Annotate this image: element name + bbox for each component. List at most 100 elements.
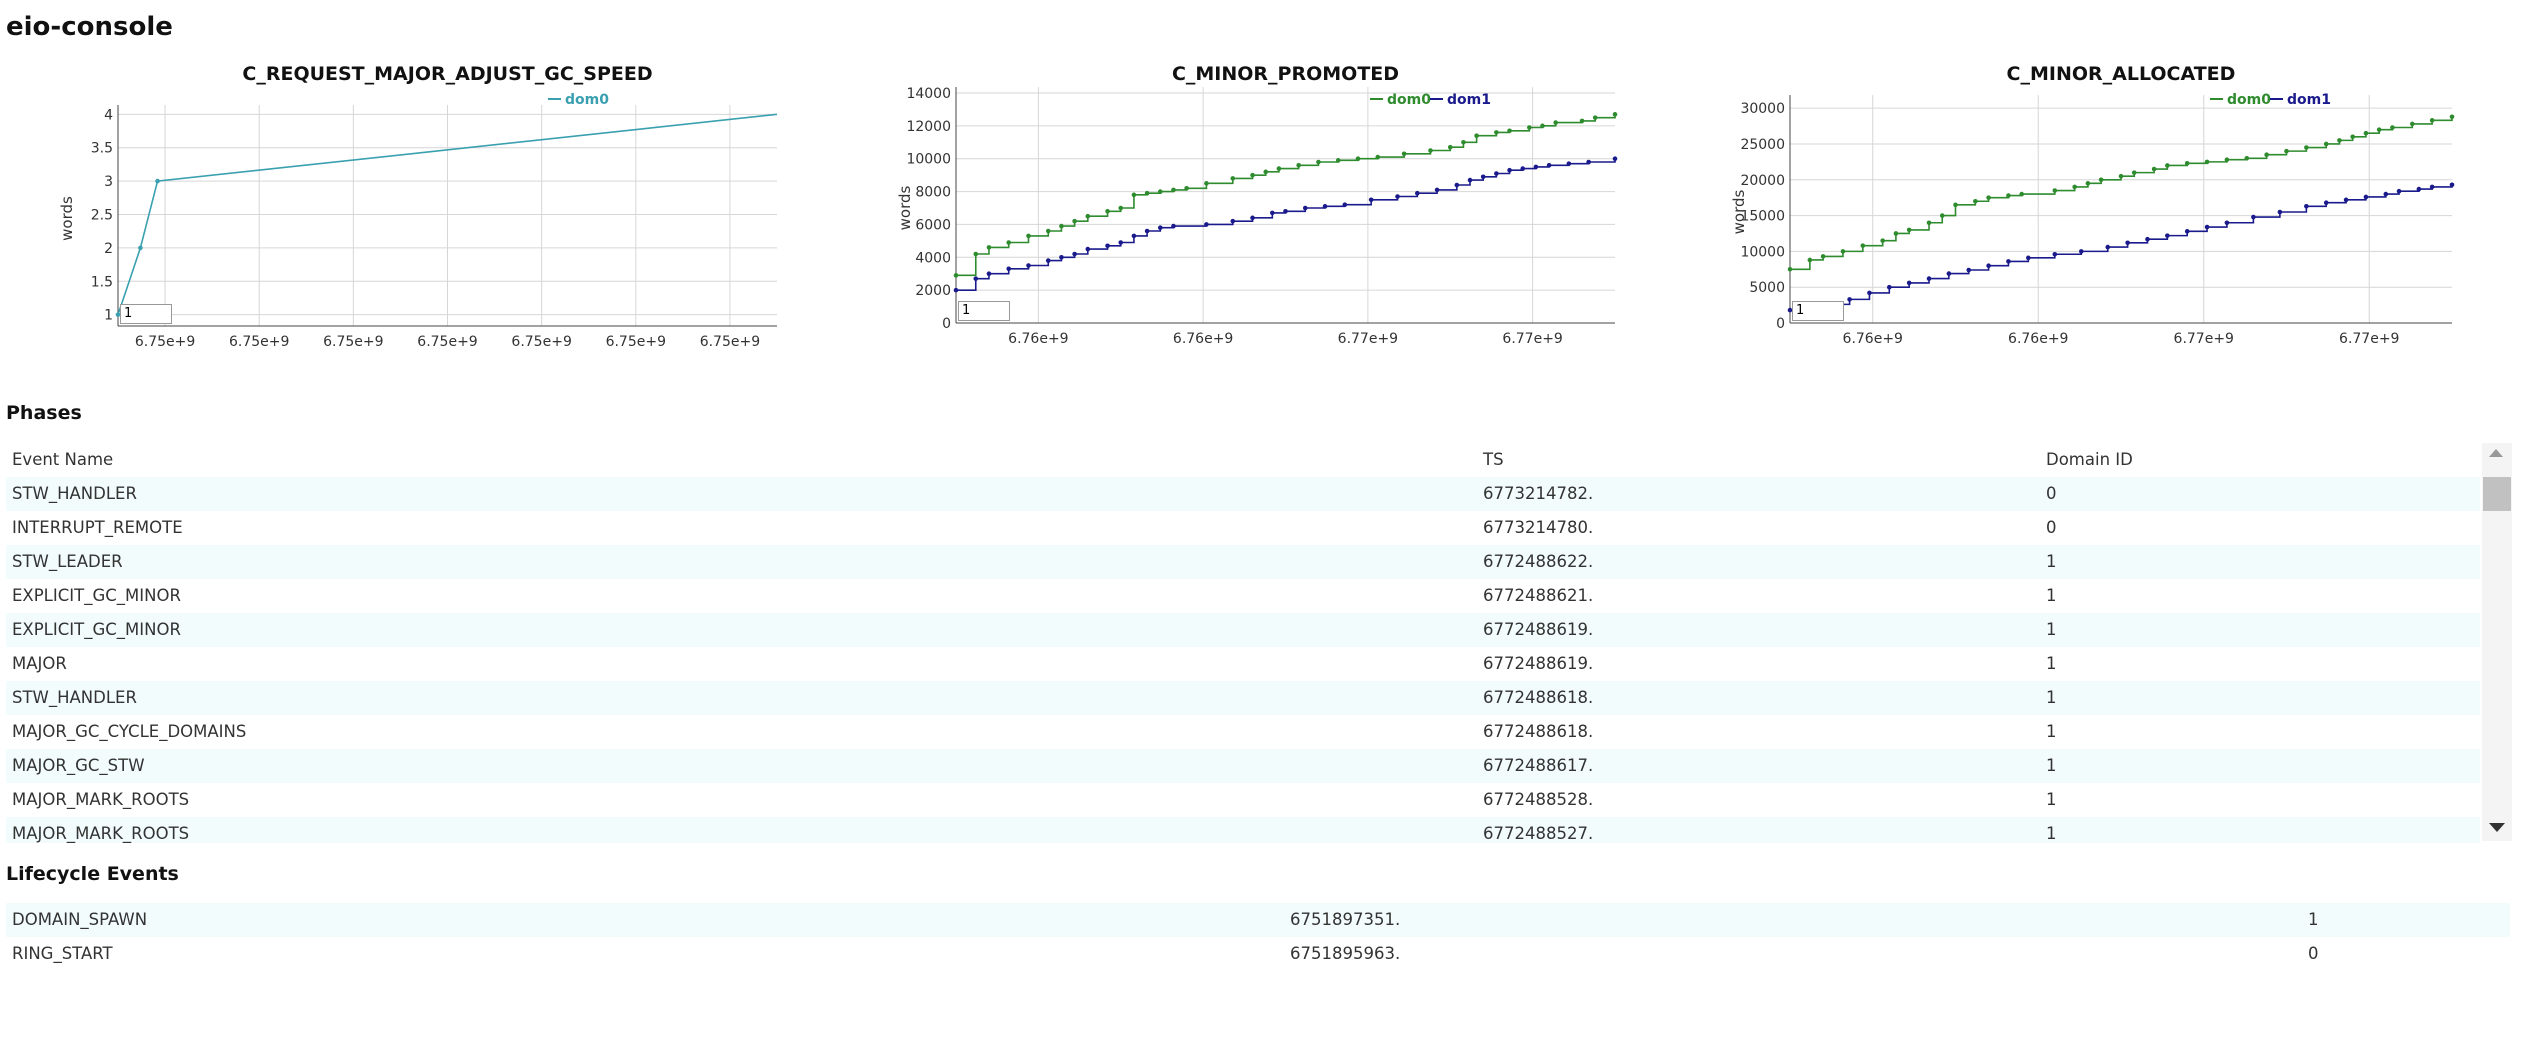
legend-label[interactable]: dom1	[2287, 92, 2331, 108]
table-row[interactable]: STW_LEADER 6772488622. 1	[6, 545, 2480, 579]
legend-label[interactable]: dom0	[2227, 92, 2271, 108]
data-point[interactable]	[1540, 123, 1545, 129]
data-point[interactable]	[1946, 271, 1952, 276]
data-point[interactable]	[1533, 164, 1539, 170]
table-row[interactable]: STW_HANDLER 6772488618. 1	[6, 681, 2480, 715]
data-point[interactable]	[1520, 166, 1526, 171]
data-point[interactable]	[1144, 228, 1150, 234]
data-point[interactable]	[1953, 202, 1958, 208]
data-point[interactable]	[986, 271, 992, 277]
table-row[interactable]: MAJOR_MARK_ROOTS 6772488527. 1	[6, 817, 2480, 843]
data-point[interactable]	[1375, 154, 1381, 160]
data-point[interactable]	[1807, 257, 1813, 263]
data-point[interactable]	[1447, 144, 1453, 150]
data-point[interactable]	[1184, 185, 1189, 191]
data-point[interactable]	[2409, 121, 2415, 127]
zoom-level-input[interactable]	[120, 303, 172, 324]
data-point[interactable]	[2396, 188, 2402, 194]
table-row[interactable]: INTERRUPT_REMOTE 6773214780. 0	[6, 511, 2480, 545]
data-point[interactable]	[1368, 197, 1374, 203]
data-point[interactable]	[1118, 205, 1124, 211]
data-point[interactable]	[2284, 148, 2289, 154]
data-point[interactable]	[1546, 162, 1552, 168]
data-point[interactable]	[1296, 162, 1301, 168]
data-point[interactable]	[1966, 267, 1972, 273]
data-point[interactable]	[1085, 246, 1091, 252]
data-point[interactable]	[2151, 166, 2157, 172]
data-point[interactable]	[1395, 194, 1400, 199]
data-point[interactable]	[1026, 263, 1031, 268]
data-point[interactable]	[1342, 202, 1348, 208]
data-point[interactable]	[1171, 223, 1176, 229]
data-point[interactable]	[1131, 192, 1137, 198]
data-point[interactable]	[2390, 125, 2395, 130]
data-point[interactable]	[2343, 197, 2349, 203]
data-point[interactable]	[1926, 220, 1932, 226]
scroll-down-arrow-icon[interactable]	[2489, 823, 2505, 832]
data-point[interactable]	[2165, 233, 2170, 238]
table-row[interactable]: MAJOR_GC_STW 6772488617. 1	[6, 749, 2480, 783]
data-point[interactable]	[1867, 290, 1872, 296]
data-point[interactable]	[1474, 133, 1479, 139]
legend-label[interactable]: dom0	[565, 92, 609, 108]
column-header-ts[interactable]: TS	[1483, 450, 1504, 469]
data-point[interactable]	[2449, 182, 2455, 188]
data-point[interactable]	[1026, 233, 1031, 239]
data-point[interactable]	[1480, 174, 1486, 180]
data-point[interactable]	[1494, 171, 1499, 176]
data-point[interactable]	[1230, 218, 1236, 224]
phases-scrollbar[interactable]	[2482, 443, 2512, 841]
data-point[interactable]	[2078, 249, 2084, 254]
data-point[interactable]	[2184, 161, 2190, 166]
data-point[interactable]	[2251, 214, 2256, 220]
data-point[interactable]	[2244, 155, 2250, 161]
data-point[interactable]	[1250, 215, 1255, 221]
data-point[interactable]	[1105, 208, 1110, 214]
data-point[interactable]	[2350, 134, 2355, 140]
data-point[interactable]	[1586, 159, 1591, 165]
data-point[interactable]	[2019, 191, 2024, 197]
data-point[interactable]	[1045, 258, 1051, 263]
data-point[interactable]	[2165, 163, 2170, 168]
data-point[interactable]	[1401, 151, 1407, 157]
data-point[interactable]	[1283, 208, 1288, 214]
data-point[interactable]	[1461, 139, 1466, 145]
data-point[interactable]	[1045, 228, 1051, 234]
data-point[interactable]	[1507, 128, 1512, 134]
data-point[interactable]	[2145, 236, 2150, 242]
data-point[interactable]	[2204, 224, 2210, 230]
data-point[interactable]	[1072, 218, 1077, 224]
data-point[interactable]	[1006, 240, 1012, 245]
data-point[interactable]	[155, 178, 160, 184]
data-point[interactable]	[2118, 173, 2124, 179]
data-point[interactable]	[1118, 240, 1124, 245]
lifecycle-row[interactable]: RING_START 6751895963. 0	[6, 937, 2510, 971]
zoom-level-input[interactable]	[1792, 300, 1844, 321]
data-point[interactable]	[2363, 130, 2369, 136]
data-point[interactable]	[1204, 181, 1209, 186]
data-point[interactable]	[1322, 204, 1328, 209]
data-point[interactable]	[1316, 159, 1321, 165]
data-point[interactable]	[1494, 130, 1499, 135]
data-point[interactable]	[1006, 266, 1012, 272]
zoom-level-input[interactable]	[958, 300, 1010, 321]
data-point[interactable]	[2052, 251, 2058, 257]
data-point[interactable]	[973, 251, 979, 257]
data-point[interactable]	[1926, 276, 1932, 281]
table-row[interactable]: STW_HANDLER 6773214782. 0	[6, 477, 2480, 511]
data-point[interactable]	[1887, 284, 1892, 290]
data-point[interactable]	[1973, 198, 1978, 204]
data-point[interactable]	[1059, 223, 1064, 229]
data-point[interactable]	[1072, 251, 1077, 257]
data-point[interactable]	[2224, 157, 2230, 163]
data-point[interactable]	[953, 287, 959, 293]
data-point[interactable]	[2204, 159, 2210, 165]
data-point[interactable]	[2006, 259, 2011, 264]
data-point[interactable]	[1131, 233, 1137, 239]
data-point[interactable]	[1986, 263, 1991, 269]
data-point[interactable]	[2277, 209, 2283, 215]
data-point[interactable]	[1566, 161, 1572, 166]
data-point[interactable]	[2098, 177, 2104, 183]
data-point[interactable]	[1270, 210, 1275, 216]
data-point[interactable]	[1105, 243, 1110, 249]
